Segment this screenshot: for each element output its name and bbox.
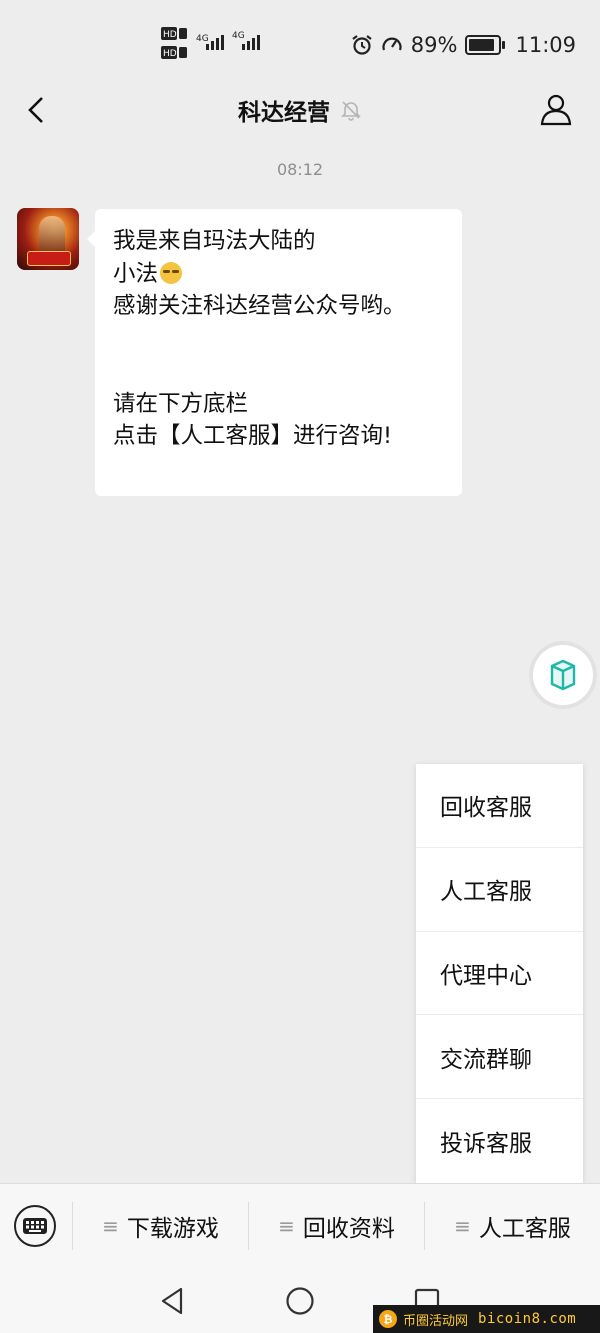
bitcoin-icon: ₿ bbox=[379, 1310, 397, 1328]
battery-percent: 89% bbox=[410, 33, 458, 57]
emoji-icon bbox=[160, 261, 183, 284]
floating-assistant-button[interactable] bbox=[533, 645, 593, 705]
watermark: ₿ 币圈活动网 bicoin8.com bbox=[373, 1305, 600, 1333]
person-icon bbox=[540, 94, 572, 126]
message-bubble[interactable]: 我是来自玛法大陆的 小法 感谢关注科达经营公众号哟。 请在下方底栏 点击【人工客… bbox=[87, 209, 462, 496]
avatar[interactable] bbox=[17, 208, 79, 270]
signal-icon: HD HD 4G 4G bbox=[161, 27, 260, 59]
chat-header: 科达经营 bbox=[0, 80, 600, 140]
keyboard-button[interactable] bbox=[14, 1205, 56, 1247]
svg-text:HD: HD bbox=[163, 30, 177, 40]
cube-icon bbox=[550, 659, 576, 691]
menu-lines-icon: ≡ bbox=[278, 1214, 295, 1238]
profile-button[interactable] bbox=[534, 86, 578, 132]
svg-text:4G: 4G bbox=[196, 34, 209, 44]
message-line: 感谢关注科达经营公众号哟。 bbox=[113, 293, 406, 319]
bottom-menu-bar: ≡ 下载游戏 ≡ 回收资料 ≡ 人工客服 bbox=[0, 1183, 600, 1269]
status-bar: HD HD 4G 4G 89% 11:09 bbox=[0, 0, 600, 80]
submenu-item-human-service[interactable]: 人工客服 bbox=[416, 848, 583, 932]
svg-text:4G: 4G bbox=[232, 31, 245, 41]
bell-off-icon bbox=[341, 101, 361, 121]
message-line: 小法 bbox=[113, 260, 159, 287]
submenu-item-agent-center[interactable]: 代理中心 bbox=[416, 932, 583, 1016]
watermark-url: bicoin8.com bbox=[478, 1311, 577, 1327]
menu-human-service[interactable]: ≡ 人工客服 bbox=[425, 1184, 600, 1268]
svg-text:HD: HD bbox=[163, 49, 177, 59]
nav-home-button[interactable] bbox=[280, 1283, 320, 1319]
message-line: 我是来自玛法大陆的 bbox=[113, 228, 316, 254]
nav-back-button[interactable] bbox=[152, 1283, 192, 1319]
menu-download-game[interactable]: ≡ 下载游戏 bbox=[73, 1184, 248, 1268]
submenu-popup: 回收客服 人工客服 代理中心 交流群聊 投诉客服 bbox=[416, 764, 583, 1183]
keyboard-icon bbox=[23, 1218, 47, 1234]
triangle-back-icon bbox=[161, 1287, 183, 1315]
message-line bbox=[113, 355, 444, 388]
clock: 11:09 bbox=[515, 33, 576, 57]
menu-lines-icon: ≡ bbox=[102, 1214, 119, 1238]
speedometer-icon bbox=[382, 37, 402, 51]
message-line: 点击【人工客服】进行咨询! bbox=[113, 423, 393, 449]
page-title: 科达经营 bbox=[238, 100, 330, 126]
submenu-item-complaint-service[interactable]: 投诉客服 bbox=[416, 1099, 583, 1183]
message-line: 请在下方底栏 bbox=[113, 390, 249, 417]
watermark-site: 币圈活动网 bbox=[403, 1313, 469, 1329]
battery-level bbox=[469, 39, 495, 51]
circle-home-icon bbox=[286, 1287, 314, 1315]
submenu-item-recycle-service[interactable]: 回收客服 bbox=[416, 764, 583, 848]
submenu-item-group-chat[interactable]: 交流群聊 bbox=[416, 1015, 583, 1100]
message-timestamp: 08:12 bbox=[276, 160, 324, 179]
menu-recycle-info[interactable]: ≡ 回收资料 bbox=[249, 1184, 424, 1268]
message-line bbox=[113, 323, 444, 356]
menu-lines-icon: ≡ bbox=[454, 1214, 471, 1238]
alarm-icon bbox=[352, 35, 372, 55]
battery-icon bbox=[465, 35, 506, 55]
